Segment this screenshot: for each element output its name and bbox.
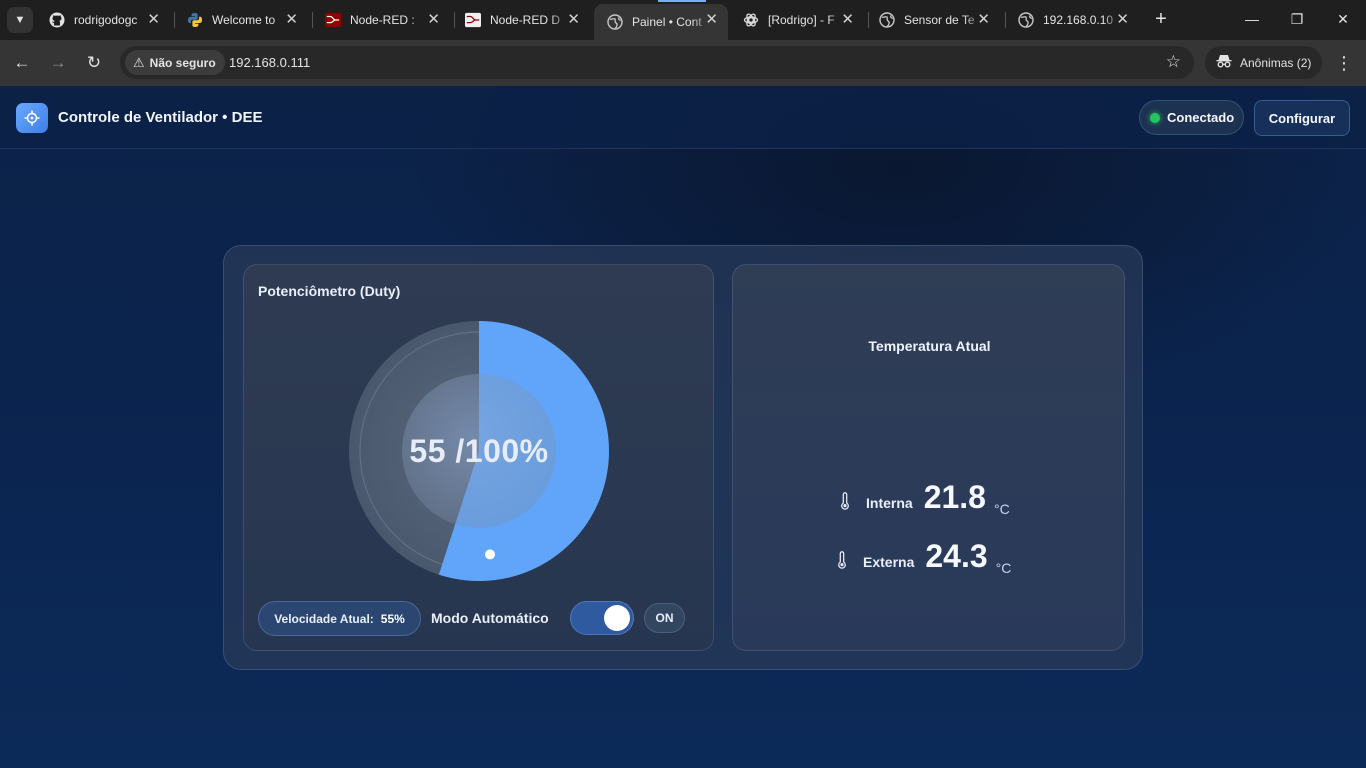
temp-internal-label: Interna: [866, 495, 913, 511]
gauge-handle[interactable]: [484, 549, 495, 560]
warning-icon: ⚠: [133, 54, 145, 70]
close-tab-icon[interactable]: ✕: [147, 12, 160, 28]
app-header: Controle de Ventilador • DEE Conectado C…: [0, 86, 1366, 149]
close-tab-icon[interactable]: ✕: [567, 12, 580, 28]
menu-kebab-icon[interactable]: ⋮: [1335, 51, 1353, 75]
temperature-card: Temperatura Atual Interna 21.8 °C Extern…: [732, 264, 1125, 651]
status-dot-icon: [1150, 112, 1160, 123]
temp-external-label: Externa: [863, 554, 915, 570]
speed-value: 55%: [380, 611, 405, 626]
reload-button[interactable]: ↻: [82, 51, 106, 75]
temp-internal-row: Interna 21.8 °C: [840, 479, 1010, 517]
tab-title: [Rodrigo] - F: [768, 13, 835, 27]
address-bar[interactable]: ⚠ Não seguro 192.168.0.111 ☆: [120, 46, 1194, 79]
auto-mode-label: Modo Automático: [431, 610, 549, 626]
tab-ip[interactable]: 192.168.0.10 ✕: [1005, 4, 1139, 36]
thermometer-icon: [837, 551, 849, 574]
close-tab-icon[interactable]: ✕: [285, 12, 298, 28]
browser-toolbar: ← → ↻ ⚠ Não seguro 192.168.0.111 ☆ Anôni…: [0, 40, 1366, 86]
toggle-knob: [604, 605, 630, 631]
tab-rodrigo[interactable]: [Rodrigo] - F ✕: [730, 4, 864, 36]
minimize-button[interactable]: —: [1240, 6, 1264, 32]
back-button[interactable]: ←: [10, 51, 34, 75]
temperature-title: Temperatura Atual: [868, 338, 991, 354]
incognito-icon: [1216, 54, 1232, 71]
toggle-state-badge: ON: [644, 603, 685, 633]
incognito-profile-button[interactable]: Anônimas (2): [1205, 46, 1322, 79]
tab-sensor[interactable]: Sensor de Te ✕: [866, 4, 1000, 36]
node-red-icon: [325, 12, 341, 28]
close-window-button[interactable]: ✕: [1331, 6, 1355, 32]
tab-search-button[interactable]: ▼: [7, 7, 33, 33]
bookmark-star-icon[interactable]: ☆: [1166, 52, 1181, 72]
temp-external-row: Externa 24.3 °C: [837, 538, 1012, 576]
globe-icon: [879, 12, 895, 28]
tab-title: rodrigodogc: [74, 13, 138, 27]
temp-internal-unit: °C: [993, 501, 1010, 517]
tab-github[interactable]: rodrigodogc ✕: [36, 4, 170, 36]
globe-icon: [607, 14, 623, 30]
close-tab-icon[interactable]: ✕: [977, 12, 990, 28]
tab-title: Painel • Cont: [632, 15, 702, 29]
tab-title: Sensor de Te: [904, 13, 975, 27]
potentiometer-title: Potenciômetro (Duty): [258, 283, 401, 299]
dashboard-page: Controle de Ventilador • DEE Conectado C…: [0, 86, 1366, 768]
tab-title: 192.168.0.10: [1043, 13, 1114, 27]
tab-painel-active[interactable]: Painel • Cont ✕: [594, 4, 728, 40]
close-tab-icon[interactable]: ✕: [841, 12, 854, 28]
temp-external-unit: °C: [995, 560, 1012, 576]
globe-icon: [1018, 12, 1034, 28]
forward-button[interactable]: →: [46, 51, 70, 75]
temp-external-value: 24.3: [925, 538, 988, 574]
node-red-icon: [465, 12, 481, 28]
tab-title: Node-RED :: [350, 13, 415, 27]
url-text[interactable]: 192.168.0.111: [229, 55, 310, 70]
auto-mode-toggle[interactable]: [570, 601, 634, 635]
openai-icon: [743, 12, 759, 28]
temp-internal-value: 21.8: [923, 479, 986, 515]
security-indicator[interactable]: ⚠ Não seguro: [125, 50, 225, 75]
status-label: Conectado: [1167, 110, 1235, 125]
app-title: Controle de Ventilador • DEE: [58, 109, 263, 126]
close-tab-icon[interactable]: ✕: [705, 12, 718, 28]
tab-node-red-1[interactable]: Node-RED : ✕: [312, 4, 450, 36]
potentiometer-card: Potenciômetro (Duty) 55 /100% Velocidade…: [243, 264, 714, 651]
speed-label: Velocidade Atual:: [274, 611, 374, 626]
thermometer-icon: [840, 492, 852, 515]
restore-button[interactable]: ❐: [1285, 6, 1309, 32]
new-tab-button[interactable]: +: [1150, 8, 1172, 30]
gauge-value-text: 55 /100%: [409, 433, 549, 469]
tab-strip: ▼ rodrigodogc ✕ Welcome to ✕ Node-RED : …: [0, 0, 1366, 40]
profile-label: Anônimas (2): [1240, 55, 1312, 70]
configure-button[interactable]: Configurar: [1254, 100, 1350, 136]
python-icon: [187, 12, 203, 28]
tab-title: Node-RED D: [490, 13, 561, 27]
security-label: Não seguro: [149, 55, 216, 70]
tab-title: Welcome to: [212, 13, 276, 27]
tab-python[interactable]: Welcome to ✕: [174, 4, 308, 36]
github-icon: [49, 12, 65, 28]
close-tab-icon[interactable]: ✕: [1116, 12, 1129, 28]
connection-status-badge: Conectado: [1139, 100, 1244, 135]
close-tab-icon[interactable]: ✕: [427, 12, 440, 28]
tab-node-red-2[interactable]: Node-RED D ✕: [452, 4, 590, 36]
current-speed-badge: Velocidade Atual: 55%: [258, 601, 421, 636]
fan-logo-icon: [16, 103, 48, 133]
dashboard-panel: Potenciômetro (Duty) 55 /100% Velocidade…: [223, 245, 1143, 670]
